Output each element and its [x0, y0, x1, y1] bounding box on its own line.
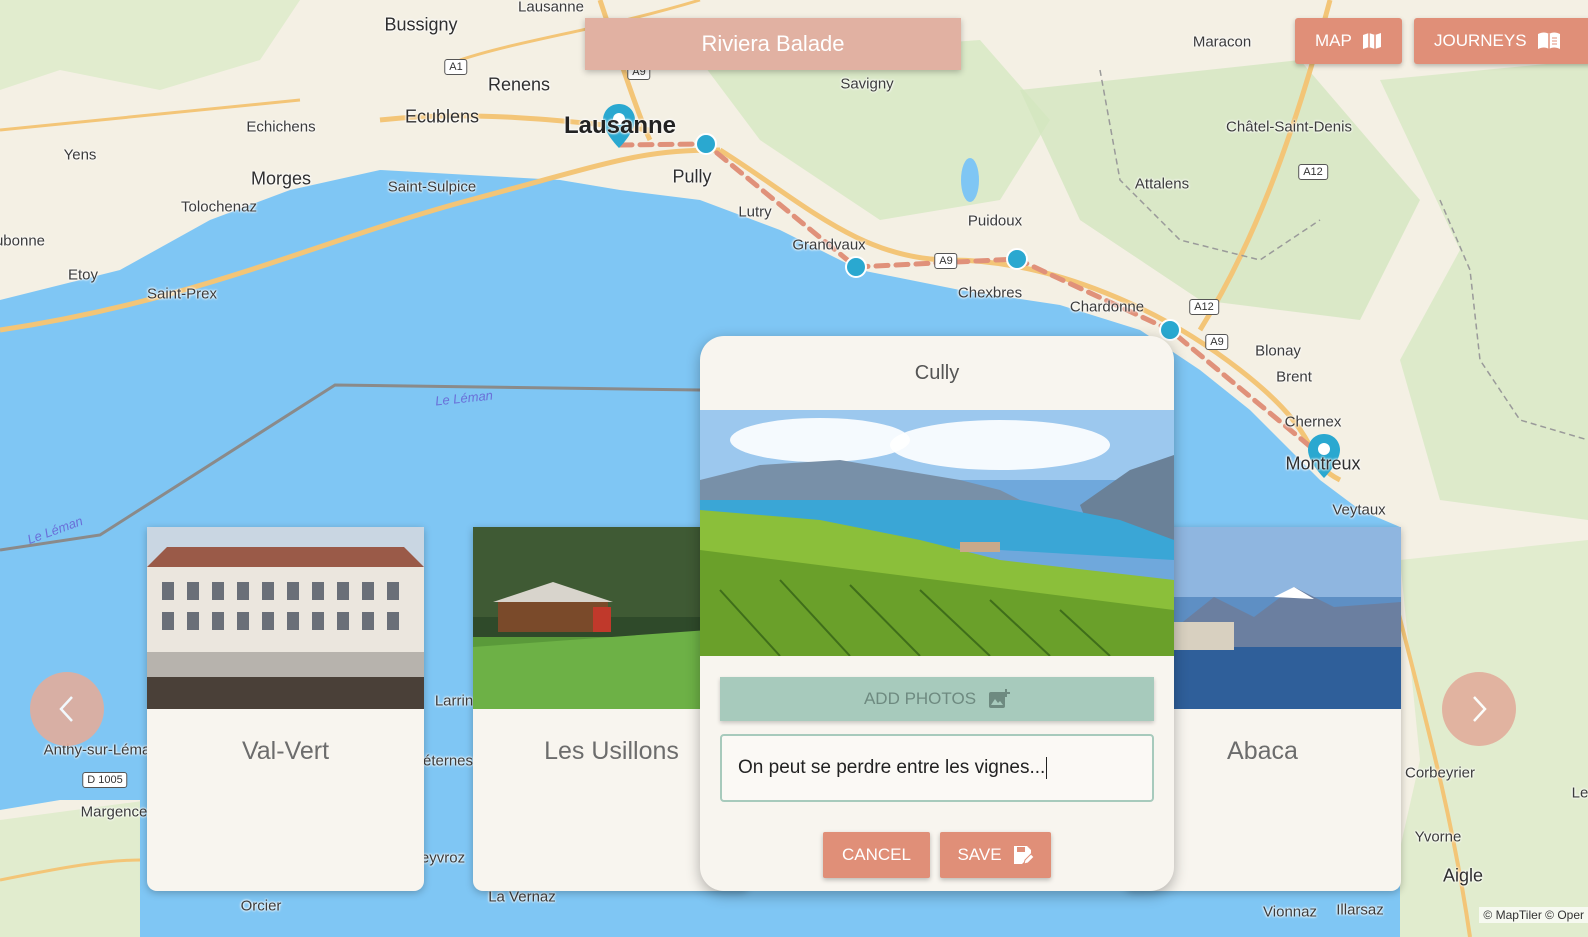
chevron-left-icon — [59, 696, 73, 722]
book-icon — [1537, 32, 1560, 49]
place-card[interactable]: Val-Vert — [147, 527, 424, 891]
map-label: Châtel-Saint-Denis — [1226, 118, 1352, 136]
place-edit-dialog: Cully ADD PHOTOS On peut se perdre entre… — [700, 336, 1174, 891]
map-label: Vionnaz — [1263, 903, 1317, 921]
map-label: Tolochenaz — [181, 198, 257, 216]
map-label: Ecublens — [404, 106, 480, 127]
save-button[interactable]: SAVE — [940, 832, 1051, 878]
map-label: Illarsaz — [1336, 901, 1384, 919]
road-shield: A12 — [1298, 164, 1328, 180]
note-text: On peut se perdre entre les vignes... — [738, 757, 1046, 778]
app-title: Riviera Balade — [585, 18, 961, 70]
map-label: Grandvaux — [792, 236, 866, 254]
map-label: Orcier — [240, 897, 282, 915]
road-shield: A1 — [444, 59, 468, 75]
journeys-button-label: JOURNEYS — [1434, 31, 1527, 50]
dialog-title: Cully — [914, 362, 960, 384]
cancel-button[interactable]: CANCEL — [823, 832, 930, 878]
map-label: Puidoux — [967, 212, 1023, 230]
map-label: eyvroz — [420, 849, 466, 867]
place-photo — [147, 527, 424, 709]
map-label: Etoy — [67, 266, 99, 284]
map-label: Corbeyrier — [1404, 764, 1476, 782]
map-label: ubonne — [0, 232, 46, 250]
map-icon — [1362, 33, 1381, 49]
map-label: Veytaux — [1332, 501, 1386, 519]
map-attribution[interactable]: © MapTiler © Oper — [1479, 907, 1588, 923]
road-shield: A9 — [934, 253, 958, 269]
map-label: Saint-Sulpice — [387, 178, 477, 196]
map-label: éternes — [422, 752, 474, 770]
map-label: Montreux — [1285, 453, 1361, 474]
add-photos-label: ADD PHOTOS — [863, 689, 977, 708]
map-label: Pully — [672, 166, 712, 187]
map-label: Larrin — [434, 692, 474, 710]
map-label: Aigle — [1442, 865, 1484, 886]
save-label: SAVE — [957, 845, 1002, 864]
map-label: Yens — [63, 146, 97, 164]
map-button[interactable]: MAP — [1295, 18, 1402, 64]
save-icon — [1013, 846, 1034, 865]
chevron-right-icon — [1473, 696, 1487, 722]
map-label: Attalens — [1134, 175, 1190, 193]
map-label: Le — [1571, 784, 1588, 802]
map-label: Renens — [487, 74, 551, 95]
place-name: Val-Vert — [241, 737, 330, 765]
map-label: Bussigny — [384, 14, 458, 35]
add-photos-button[interactable]: ADD PHOTOS — [720, 677, 1154, 721]
map-label: Morges — [250, 168, 312, 189]
text-cursor — [1046, 757, 1048, 779]
place-photo — [700, 410, 1174, 656]
road-shield: A9 — [1205, 334, 1229, 350]
map-button-label: MAP — [1315, 31, 1352, 50]
previous-button[interactable] — [30, 672, 104, 746]
map-label: Margence — [80, 803, 148, 821]
note-input[interactable]: On peut se perdre entre les vignes... — [720, 734, 1154, 802]
road-shield: A12 — [1189, 299, 1219, 315]
add-photo-icon — [989, 689, 1011, 708]
map-label: La Vernaz — [488, 888, 556, 906]
map-label: Lutry — [738, 203, 772, 221]
map-label: Saint-Prex — [146, 285, 218, 303]
road-shield: D 1005 — [82, 772, 128, 788]
map-label: Brent — [1276, 368, 1312, 386]
cancel-label: CANCEL — [842, 845, 911, 864]
map-label: Lausanne — [518, 0, 584, 16]
map-label: Savigny — [840, 75, 894, 93]
map-label: Blonay — [1255, 342, 1301, 360]
map-label: Chexbres — [957, 284, 1023, 302]
next-button[interactable] — [1442, 672, 1516, 746]
map-label: Chernex — [1284, 413, 1342, 431]
map-label: Chardonne — [1069, 298, 1145, 316]
map-label: Echichens — [246, 118, 316, 136]
journeys-button[interactable]: JOURNEYS — [1414, 18, 1588, 64]
map-label: Yvorne — [1414, 828, 1462, 846]
map-label: Lausanne — [563, 112, 677, 139]
map-label: Maracon — [1192, 33, 1252, 51]
